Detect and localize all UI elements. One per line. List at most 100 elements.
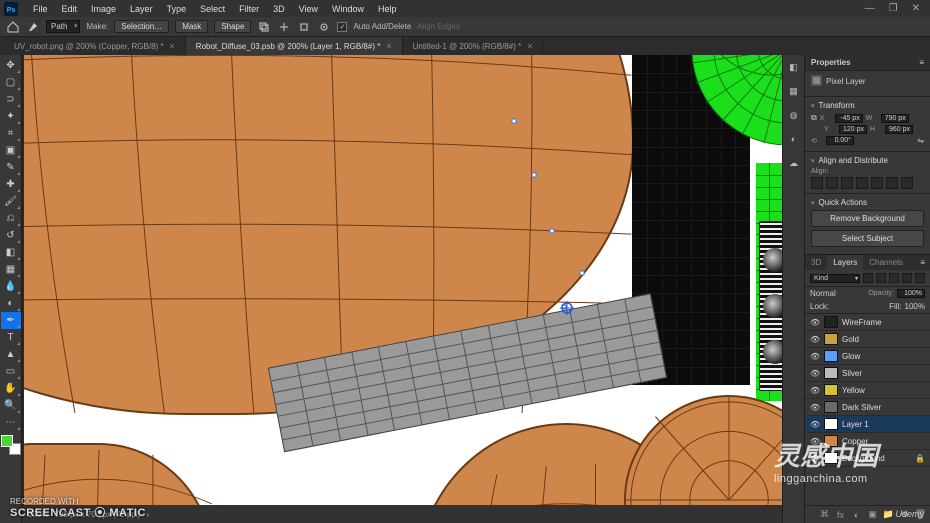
visibility-eye-icon[interactable]: 👁 bbox=[810, 386, 820, 395]
layer-row[interactable]: 👁Background🔒 bbox=[805, 450, 930, 467]
align-right-icon[interactable] bbox=[841, 177, 853, 189]
path-arrangement-icon[interactable] bbox=[297, 20, 311, 34]
layer-row[interactable]: 👁WireFrame bbox=[805, 314, 930, 331]
layer-row[interactable]: 👁Dark Silver bbox=[805, 399, 930, 416]
pen-tool-preset-icon[interactable] bbox=[26, 20, 40, 34]
align-vcenter-icon[interactable] bbox=[871, 177, 883, 189]
path-anchor[interactable] bbox=[512, 119, 517, 124]
align-bottom-icon[interactable] bbox=[886, 177, 898, 189]
menu-view[interactable]: View bbox=[292, 4, 325, 14]
close-icon[interactable]: × bbox=[527, 41, 532, 51]
menu-file[interactable]: File bbox=[26, 4, 55, 14]
panel-menu-icon[interactable]: ≡ bbox=[919, 58, 924, 67]
layer-filter-dropdown[interactable]: Kind bbox=[810, 274, 860, 283]
chevron-right-icon[interactable]: › bbox=[146, 510, 149, 519]
menu-3d[interactable]: 3D bbox=[266, 4, 292, 14]
w-field[interactable]: 790 px bbox=[881, 114, 909, 123]
select-subject-button[interactable]: Select Subject bbox=[811, 230, 924, 247]
menu-type[interactable]: Type bbox=[160, 4, 194, 14]
align-section-title[interactable]: Align and Distribute bbox=[811, 156, 924, 165]
path-anchor[interactable] bbox=[550, 229, 555, 234]
path-selection-tool[interactable]: ▲ bbox=[1, 346, 21, 363]
visibility-eye-icon[interactable]: 👁 bbox=[810, 454, 820, 463]
visibility-eye-icon[interactable]: 👁 bbox=[810, 335, 820, 344]
flip-h-icon[interactable]: ⇋ bbox=[917, 136, 924, 145]
close-icon[interactable]: × bbox=[386, 41, 391, 51]
filter-shape-icon[interactable] bbox=[902, 273, 912, 283]
document-tab[interactable]: UV_robot.png @ 200% (Copper, RGB/8) *× bbox=[4, 37, 186, 55]
eraser-tool[interactable]: ◧ bbox=[1, 244, 21, 261]
magic-wand-tool[interactable]: ✦ bbox=[1, 108, 21, 125]
align-more-icon[interactable] bbox=[901, 177, 913, 189]
document-tab[interactable]: Untitled-1 @ 200% (RGB/8#) *× bbox=[403, 37, 544, 55]
adjustments-panel-icon[interactable]: ◐ bbox=[786, 131, 802, 147]
layer-row[interactable]: 👁Silver bbox=[805, 365, 930, 382]
pen-tool[interactable]: ✒ bbox=[1, 312, 21, 329]
layer-thumbnail[interactable] bbox=[824, 452, 838, 464]
visibility-eye-icon[interactable]: 👁 bbox=[810, 352, 820, 361]
panel-menu-icon[interactable]: ≡ bbox=[915, 255, 930, 270]
layer-thumbnail[interactable] bbox=[824, 367, 838, 379]
crop-tool[interactable]: ⌗ bbox=[1, 125, 21, 142]
h-field[interactable]: 960 px bbox=[885, 125, 913, 134]
opacity-field[interactable]: 100% bbox=[897, 289, 925, 298]
home-icon[interactable] bbox=[6, 20, 20, 34]
layer-row[interactable]: 👁Yellow bbox=[805, 382, 930, 399]
fill-field[interactable]: 100% bbox=[905, 302, 925, 311]
layer-mask-icon[interactable]: ◐ bbox=[851, 509, 862, 520]
make-shape-button[interactable]: Shape bbox=[214, 20, 251, 33]
type-tool[interactable]: T bbox=[1, 329, 21, 346]
remove-background-button[interactable]: Remove Background bbox=[811, 210, 924, 227]
document-tab[interactable]: Robot_Diffuse_03.psb @ 200% (Layer 1, RG… bbox=[186, 37, 403, 55]
layer-thumbnail[interactable] bbox=[824, 435, 838, 447]
align-hcenter-icon[interactable] bbox=[826, 177, 838, 189]
color-panel-icon[interactable]: ◧ bbox=[786, 59, 802, 75]
window-close-button[interactable]: ✕ bbox=[912, 3, 920, 14]
adjustment-layer-icon[interactable]: ▣ bbox=[867, 509, 878, 520]
layer-thumbnail[interactable] bbox=[824, 350, 838, 362]
visibility-eye-icon[interactable]: 👁 bbox=[810, 403, 820, 412]
marquee-tool[interactable]: ▢ bbox=[1, 74, 21, 91]
make-selection-button[interactable]: Selection… bbox=[114, 20, 169, 33]
link-icon[interactable]: ⧉ bbox=[811, 113, 817, 123]
layer-thumbnail[interactable] bbox=[824, 418, 838, 430]
window-minimize-button[interactable]: — bbox=[865, 3, 875, 14]
window-restore-button[interactable]: ❐ bbox=[889, 3, 898, 14]
healing-brush-tool[interactable]: ✚ bbox=[1, 176, 21, 193]
visibility-eye-icon[interactable]: 👁 bbox=[810, 437, 820, 446]
properties-panel-title[interactable]: Properties≡ bbox=[805, 55, 930, 70]
path-operations-icon[interactable] bbox=[257, 20, 271, 34]
clone-stamp-tool[interactable]: ⎌ bbox=[1, 210, 21, 227]
path-anchor[interactable] bbox=[580, 271, 585, 276]
tab-channels[interactable]: Channels bbox=[863, 255, 909, 270]
rotate-field[interactable]: 0.00° bbox=[826, 136, 854, 145]
transform-section-title[interactable]: Transform bbox=[811, 101, 924, 110]
close-icon[interactable]: × bbox=[170, 41, 175, 51]
path-anchor[interactable] bbox=[532, 173, 537, 178]
x-field[interactable]: -45 px bbox=[835, 114, 863, 123]
visibility-eye-icon[interactable]: 👁 bbox=[810, 420, 820, 429]
quick-actions-title[interactable]: Quick Actions bbox=[811, 198, 924, 207]
gradient-tool[interactable]: ▦ bbox=[1, 261, 21, 278]
layer-fx-icon[interactable]: fx bbox=[835, 509, 846, 520]
menu-window[interactable]: Window bbox=[325, 4, 371, 14]
filter-adjust-icon[interactable] bbox=[876, 273, 886, 283]
layer-row[interactable]: 👁Copper bbox=[805, 433, 930, 450]
tab-layers[interactable]: Layers bbox=[827, 255, 863, 270]
swatches-panel-icon[interactable]: ▦ bbox=[786, 83, 802, 99]
visibility-eye-icon[interactable]: 👁 bbox=[810, 318, 820, 327]
menu-edit[interactable]: Edit bbox=[55, 4, 85, 14]
pen-mode-dropdown[interactable]: Path bbox=[46, 20, 80, 33]
layer-thumbnail[interactable] bbox=[824, 316, 838, 328]
brush-tool[interactable]: 🖌 bbox=[1, 193, 21, 210]
libraries-panel-icon[interactable]: ☁ bbox=[786, 155, 802, 171]
filter-pixel-icon[interactable] bbox=[863, 273, 873, 283]
group-icon[interactable]: 📁 bbox=[883, 509, 894, 520]
filter-type-icon[interactable] bbox=[889, 273, 899, 283]
move-tool[interactable]: ✥ bbox=[1, 57, 21, 74]
dodge-tool[interactable]: ◐ bbox=[1, 295, 21, 312]
layer-thumbnail[interactable] bbox=[824, 384, 838, 396]
layer-thumbnail[interactable] bbox=[824, 401, 838, 413]
zoom-tool[interactable]: 🔍 bbox=[1, 397, 21, 414]
y-field[interactable]: 120 px bbox=[839, 125, 867, 134]
